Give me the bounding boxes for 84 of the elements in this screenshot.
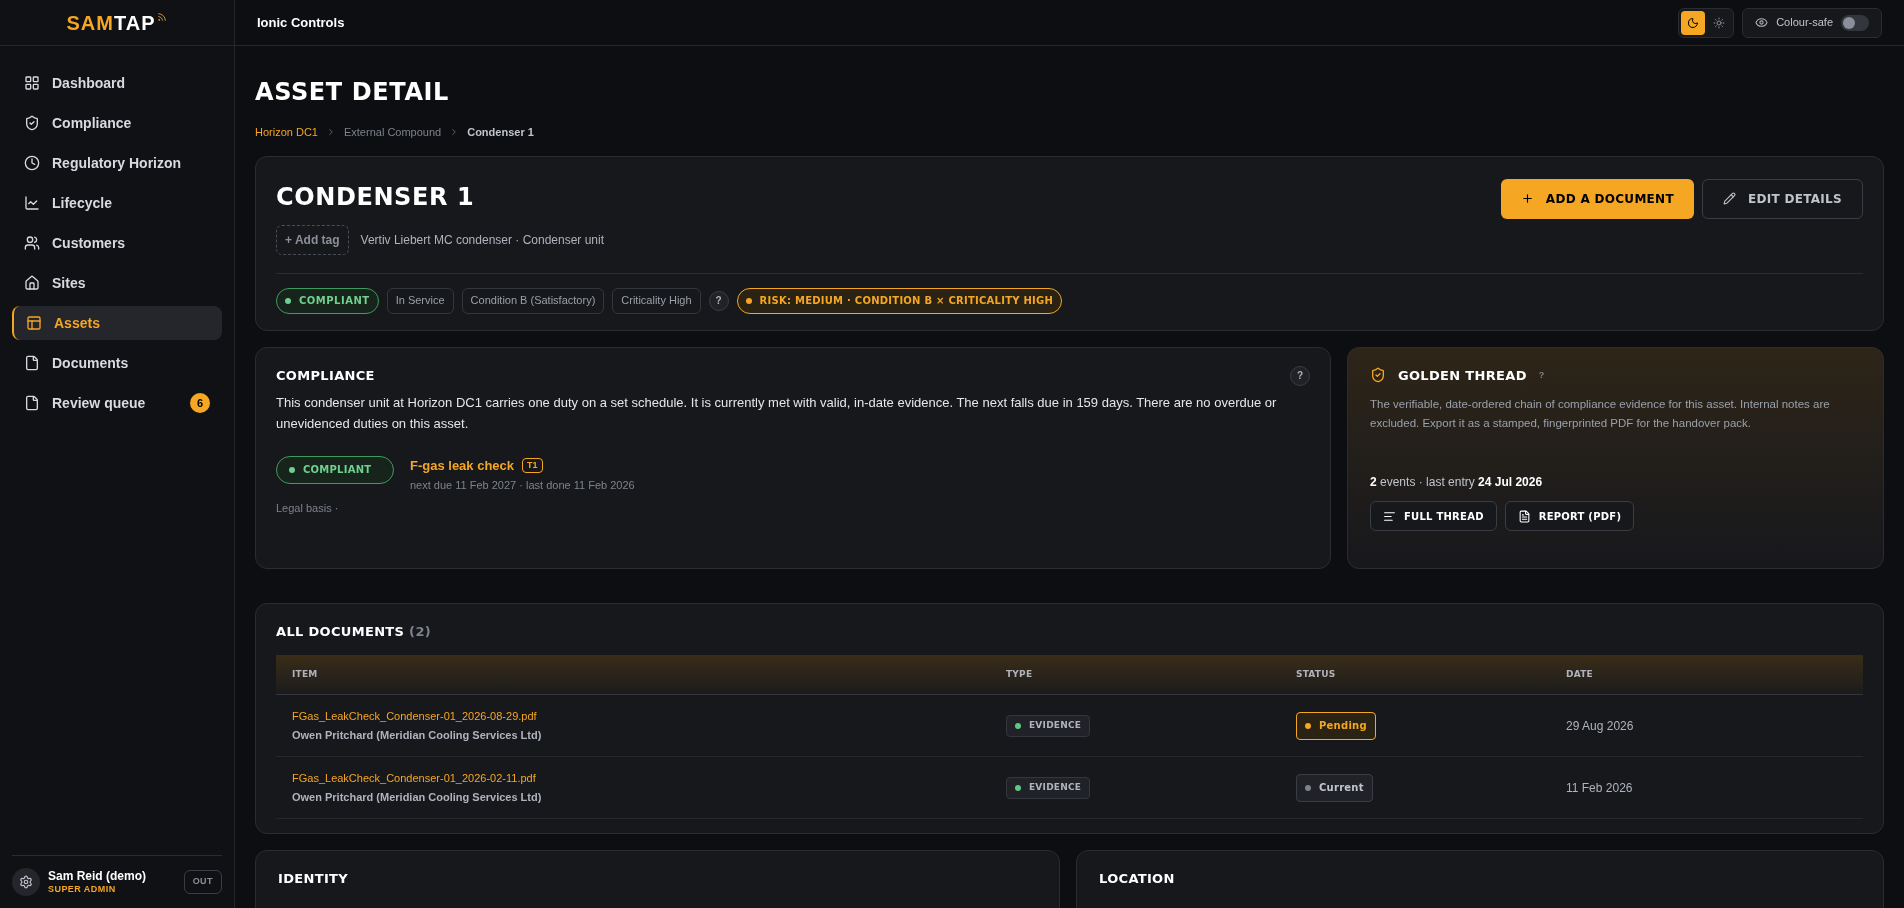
brand-logo[interactable]: SAMTAP — [66, 7, 156, 38]
nav-item[interactable]: Lifecycle — [12, 186, 222, 220]
golden-thread-description: The verifiable, date-ordered chain of compliance evidence for this asset. Internal notes are excluded. Export it as a stamped, fingerprinted PDF for the handover pack. — [1370, 397, 1831, 431]
file-link[interactable]: FGas_LeakCheck_Condenser-01_2026-02-11.pdf — [292, 769, 1006, 786]
signal-icon — [157, 11, 168, 22]
nav-item[interactable]: Dashboard — [12, 66, 222, 100]
eye-icon — [1755, 16, 1769, 29]
date-cell-text: 11 Feb 2026 — [1566, 779, 1633, 797]
add-tag-button[interactable]: + Add tag — [276, 224, 349, 255]
column-header: STATUS — [1296, 655, 1566, 695]
user-role: SUPER ADMIN — [48, 883, 117, 896]
author-text: Owen Pritchard (Meridian Cooling Services Ltd) — [292, 790, 543, 805]
dark-mode-button[interactable] — [1681, 10, 1706, 35]
document-icon — [1517, 509, 1531, 523]
asset-name: CONDENSER 1 — [276, 181, 476, 213]
file-icon — [24, 355, 40, 371]
breadcrumb-link[interactable]: Horizon DC1 — [255, 124, 318, 141]
edit-details-button[interactable]: EDIT DETAILS — [1701, 178, 1863, 219]
compliance-summary: This condenser unit at Horizon DC1 carries one duty on a set schedule. It is currently met with valid, in-date evidence. The next falls due in 159 days. There are no overdue or unevidenced duties on this asset. — [276, 393, 1278, 433]
column-header: TYPE — [1006, 655, 1296, 695]
nav-item[interactable]: Compliance — [12, 106, 222, 140]
nav-item[interactable]: Assets — [12, 306, 222, 340]
nav-item[interactable]: Regulatory Horizon — [12, 146, 222, 180]
breadcrumb-link[interactable]: External Compound — [343, 124, 442, 141]
info-chip: In Service — [386, 287, 454, 314]
info-chip: Criticality High — [612, 287, 701, 314]
legal-basis-text: Legal basis · — [276, 500, 340, 516]
clock-icon — [24, 155, 40, 171]
status-badge: Current — [1296, 773, 1373, 802]
grid-icon — [24, 75, 40, 91]
section-title: GOLDEN THREAD — [1398, 366, 1527, 385]
chart-icon — [24, 195, 40, 211]
duty-link[interactable]: F-gas leak check — [410, 455, 515, 475]
report-pdf-button[interactable]: REPORT (PDF) — [1504, 501, 1635, 531]
plus-icon — [1520, 192, 1534, 205]
pencil-icon — [1722, 192, 1736, 205]
organisation-name: Ionic Controls — [257, 13, 345, 32]
shield-icon — [1370, 367, 1386, 384]
lines-icon — [1383, 509, 1396, 523]
section-title: IDENTITY — [278, 870, 349, 888]
page-title: ASSET DETAIL — [255, 77, 450, 108]
file-icon — [24, 395, 40, 411]
nav-item[interactable]: Sites — [12, 266, 222, 300]
shield-icon — [24, 115, 40, 131]
users-icon — [24, 235, 40, 251]
column-header: DATE — [1566, 655, 1863, 695]
author-text: Owen Pritchard (Meridian Cooling Services Ltd) — [292, 728, 543, 743]
status-chip: COMPLIANT — [276, 287, 379, 314]
section-title: ALL DOCUMENTS (2) — [276, 622, 432, 641]
nav-item[interactable]: Customers — [12, 226, 222, 260]
help-button[interactable]: ? — [1290, 365, 1310, 386]
settings-icon — [19, 875, 33, 889]
section-title: COMPLIANCE — [276, 366, 375, 385]
section-title: LOCATION — [1099, 870, 1176, 888]
column-header: ITEM — [276, 655, 1006, 695]
type-badge: EVIDENCE — [1006, 714, 1091, 737]
settings-button[interactable] — [12, 868, 40, 896]
logout-button[interactable]: OUT — [183, 870, 222, 894]
nav-item[interactable]: Review queue 6 — [12, 386, 222, 420]
type-badge: EVIDENCE — [1006, 776, 1091, 799]
asset-description: Vertiv Liebert MC condenser · Condenser unit — [360, 231, 605, 249]
info-chip: Condition B (Satisfactory) — [461, 287, 605, 314]
duty-dates: next due 11 Feb 2027 · last done 11 Feb 2026 — [410, 478, 635, 493]
file-link[interactable]: FGas_LeakCheck_Condenser-01_2026-08-29.pdf — [292, 707, 1006, 724]
thread-stats: 2 events · last entry 24 Jul 2026 — [1370, 474, 1544, 491]
full-thread-button[interactable]: FULL THREAD — [1370, 501, 1497, 531]
house-icon — [24, 275, 40, 291]
colour-safe-control[interactable]: Colour-safe — [1742, 7, 1882, 38]
add-document-button[interactable]: ADD A DOCUMENT — [1500, 178, 1694, 219]
date-cell-text: 29 Aug 2026 — [1566, 717, 1634, 735]
breadcrumb-link[interactable]: Condenser 1 — [467, 124, 534, 141]
risk-chip: RISK: MEDIUM · CONDITION B × CRITICALITY HIGH — [736, 287, 1063, 314]
help-button[interactable]: ? — [708, 290, 729, 311]
moon-icon — [1687, 16, 1700, 29]
count-badge: 6 — [190, 393, 210, 413]
nav-item[interactable]: Documents — [12, 346, 222, 380]
toggle-switch[interactable] — [1841, 14, 1869, 31]
status-badge: Pending — [1296, 711, 1376, 740]
user-name: Sam Reid (demo) — [48, 868, 147, 884]
sun-icon — [1713, 16, 1726, 29]
help-icon[interactable]: ? — [1538, 368, 1545, 382]
tier-badge: T1 — [522, 457, 543, 473]
layout-icon — [26, 315, 42, 331]
status-chip: COMPLIANT — [276, 455, 394, 484]
